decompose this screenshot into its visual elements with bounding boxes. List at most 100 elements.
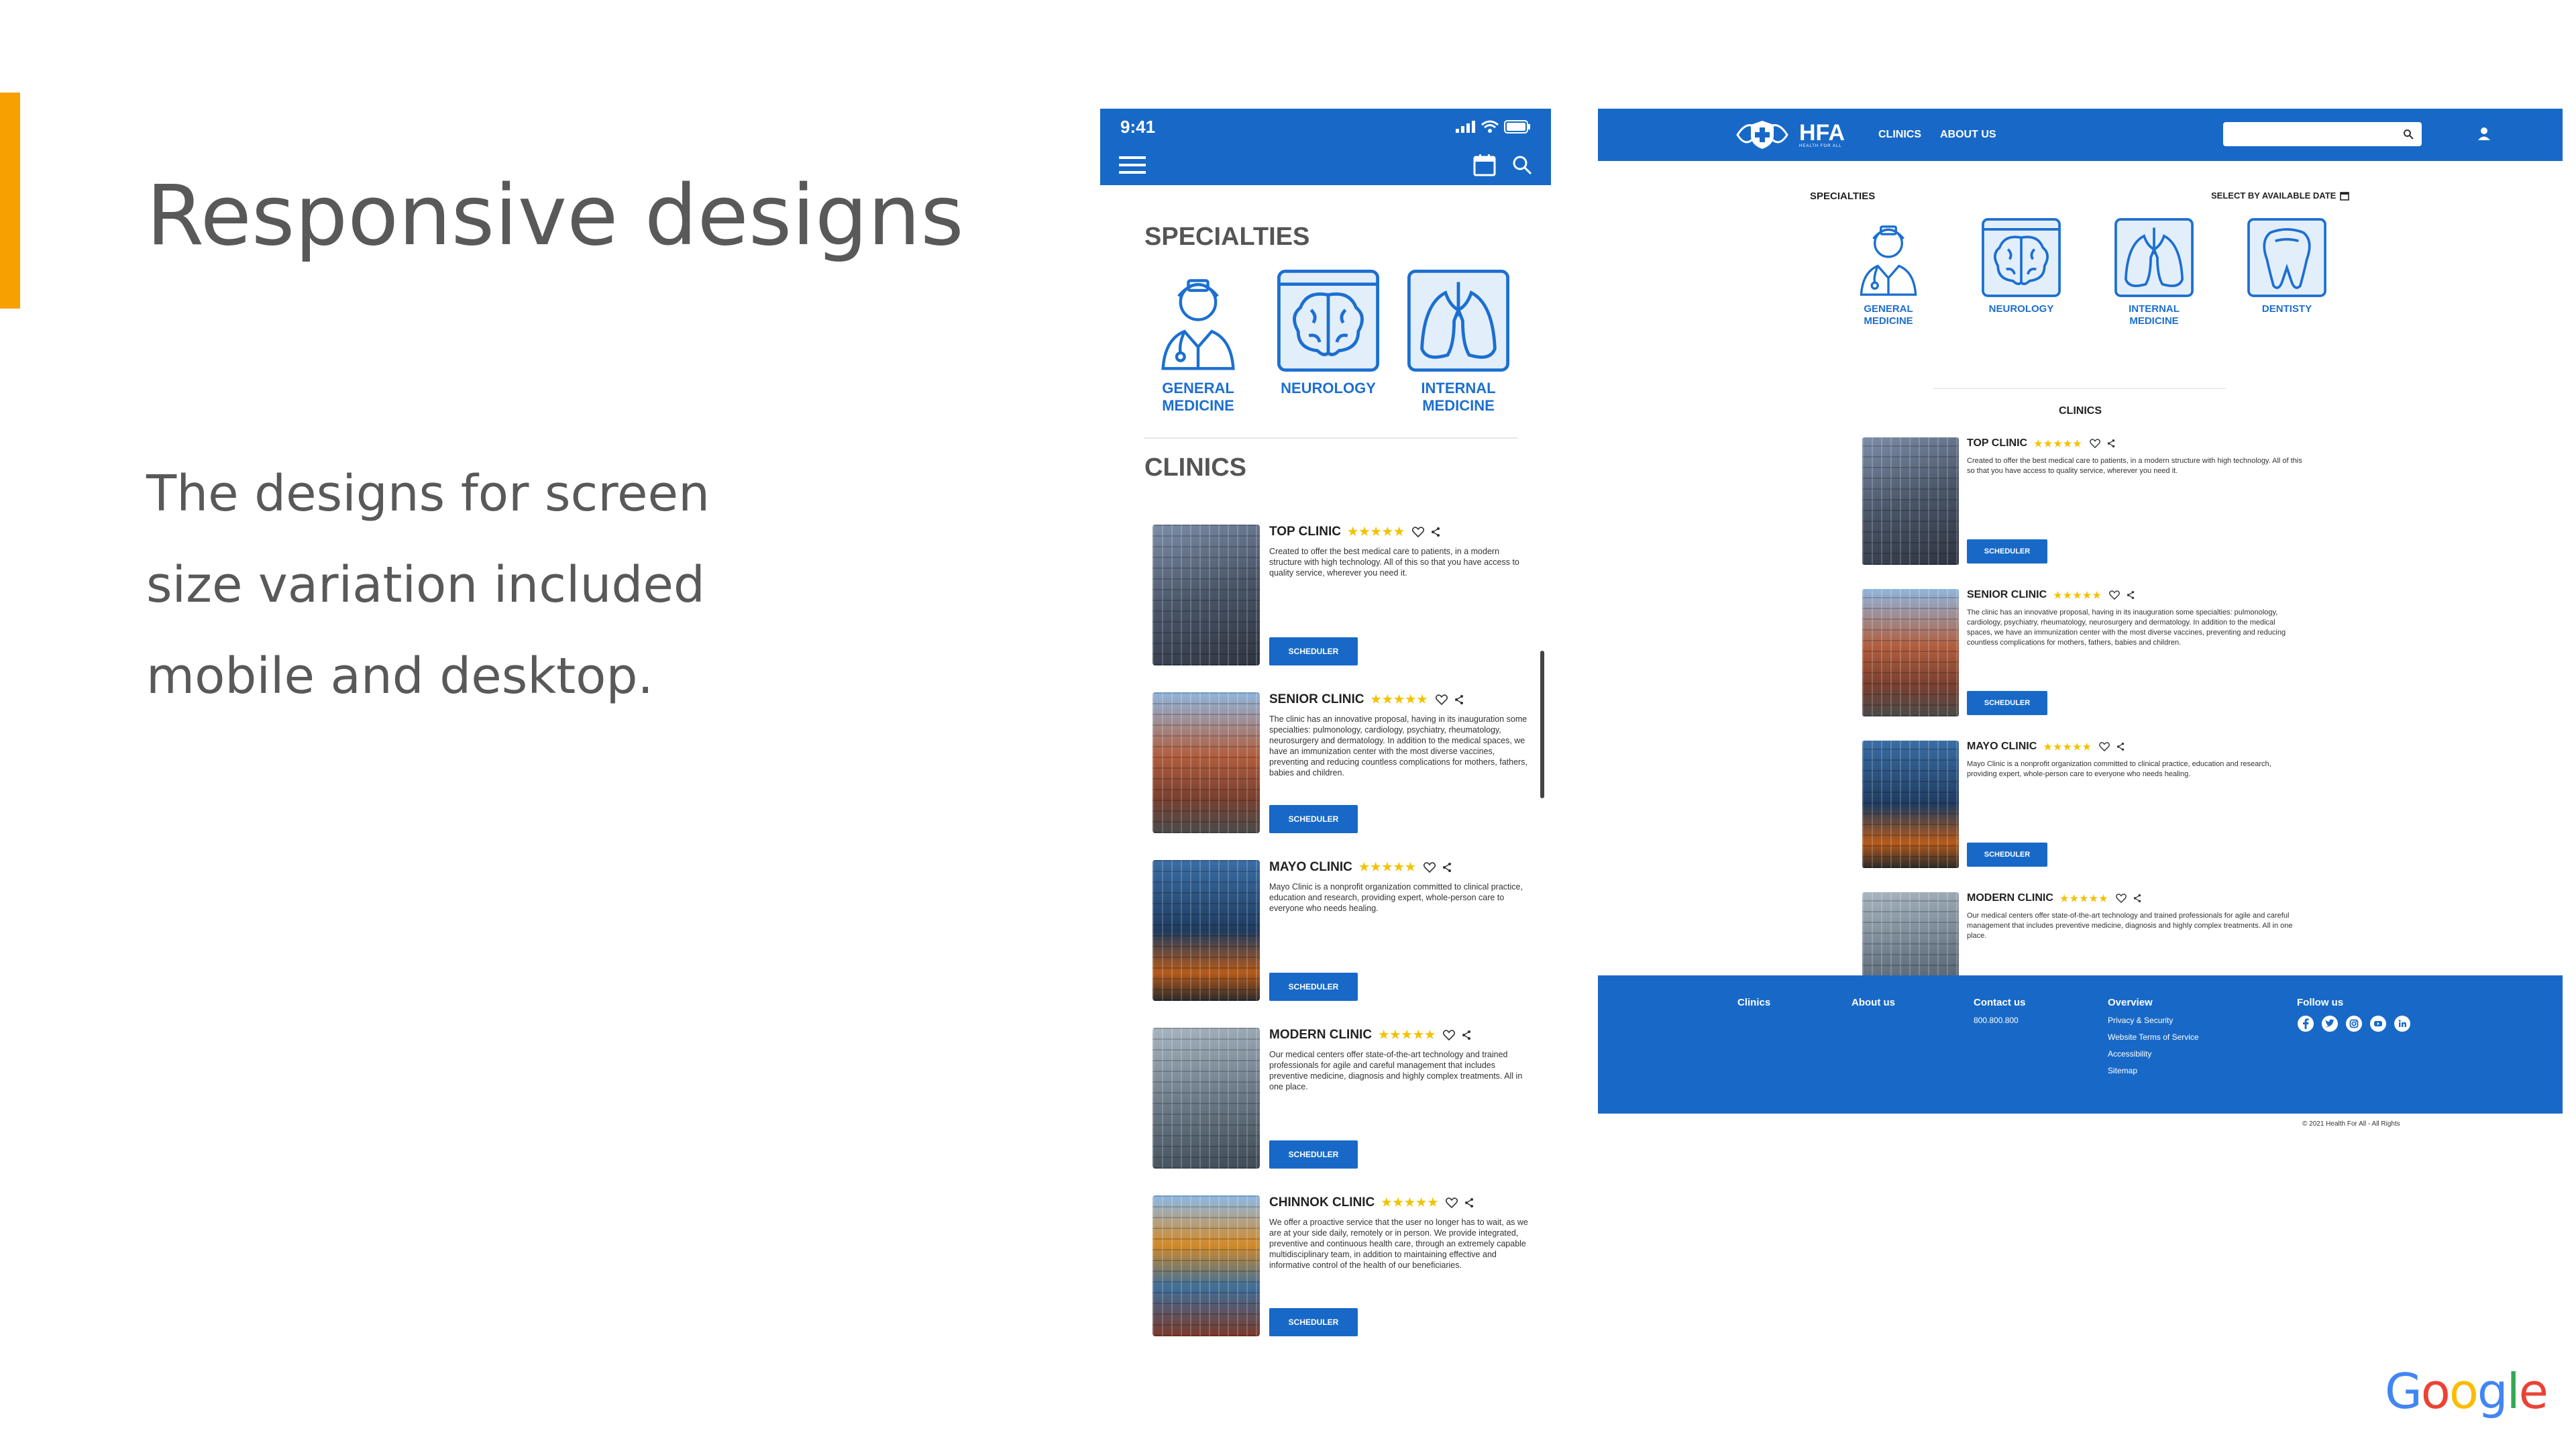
nav-about-us[interactable]: ABOUT US <box>1940 129 1996 141</box>
clinic-header: TOP CLINIC ★★★★★ <box>1269 525 1528 539</box>
rating-stars: ★★★★★ <box>2034 437 2083 449</box>
search-input[interactable] <box>2223 122 2422 146</box>
linkedin-icon[interactable] <box>2394 1015 2411 1032</box>
specialty-neurology[interactable]: NEUROLOGY <box>1275 267 1382 423</box>
heart-icon[interactable] <box>1435 694 1448 705</box>
twitter-icon[interactable] <box>2321 1015 2339 1032</box>
heart-icon[interactable] <box>2115 894 2127 903</box>
clinic-name: TOP CLINIC <box>1269 525 1341 539</box>
footer-link-sitemap[interactable]: Sitemap <box>2108 1067 2199 1075</box>
footer-link-about-us[interactable]: About us <box>1851 997 1895 1008</box>
specialty-label: INTERNAL MEDICINE <box>1421 380 1496 415</box>
share-icon[interactable] <box>1431 527 1440 537</box>
doctor-icon <box>1860 225 1917 296</box>
instagram-icon[interactable] <box>2345 1015 2363 1032</box>
heart-icon[interactable] <box>2099 742 2110 751</box>
hamburger-menu-icon[interactable] <box>1119 155 1146 175</box>
date-filter[interactable]: SELECT BY AVAILABLE DATE <box>2211 191 2350 201</box>
scheduler-button[interactable]: SCHEDULER <box>1269 973 1358 1001</box>
clinic-name: MODERN CLINIC <box>1269 1028 1373 1042</box>
footer-col-follow: Follow us <box>2297 997 2411 1032</box>
footer-link-privacy[interactable]: Privacy & Security <box>2108 1016 2199 1025</box>
facebook-icon[interactable] <box>2297 1015 2314 1032</box>
footer-col-about: About us <box>1851 997 1895 1008</box>
specialty-internal-medicine[interactable]: INTERNAL MEDICINE <box>2112 216 2196 327</box>
mobile-clinics-title: CLINICS <box>1144 453 1246 482</box>
search-icon[interactable] <box>1512 155 1532 175</box>
scheduler-button[interactable]: SCHEDULER <box>1269 805 1358 833</box>
desktop-footer: Clinics About us Contact us 800.800.800 … <box>1598 975 2563 1114</box>
slide-body: The designs for screen size variation in… <box>146 465 710 705</box>
clinic-info: CHINNOK CLINIC ★★★★★ We offer a proactiv… <box>1269 1195 1528 1350</box>
copyright-text: © 2021 Health For All - All Rights <box>2302 1120 2400 1128</box>
rating-stars: ★★★★★ <box>1358 861 1417 873</box>
clinic-card-top-clinic: TOP CLINIC ★★★★★ Created to offer the be… <box>1152 525 1528 692</box>
specialty-general-medicine[interactable]: GENERAL MEDICINE <box>1144 267 1252 423</box>
slide-title: Responsive designs <box>146 168 964 264</box>
footer-contact-phone[interactable]: 800.800.800 <box>1974 1016 2026 1025</box>
share-icon[interactable] <box>1462 1030 1471 1040</box>
hfa-logo[interactable]: HFA HEALTH FOR ALL <box>1732 118 1845 152</box>
mobile-status-bar: 9:41 <box>1100 109 1551 145</box>
share-icon[interactable] <box>1442 862 1452 873</box>
clinic-photo <box>1152 692 1260 833</box>
share-icon[interactable] <box>2127 590 2135 600</box>
search-icon[interactable] <box>2403 129 2414 140</box>
share-icon[interactable] <box>2116 742 2125 751</box>
clinic-description: Mayo Clinic is a nonprofit organization … <box>1269 882 1523 913</box>
scheduler-button[interactable]: SCHEDULER <box>1967 843 2047 867</box>
scheduler-button[interactable]: SCHEDULER <box>1967 691 2047 715</box>
mobile-mockup: 9:41 SPECIALTIES GENERAL MEDICINE NEUROL… <box>1100 109 1551 1350</box>
signal-icon <box>1456 121 1475 133</box>
heart-icon[interactable] <box>2108 590 2120 600</box>
specialty-internal-medicine[interactable]: INTERNAL MEDICINE <box>1405 267 1512 423</box>
share-icon[interactable] <box>2107 439 2115 448</box>
footer-link-accessibility[interactable]: Accessibility <box>2108 1050 2199 1059</box>
clinic-photo <box>1152 860 1260 1001</box>
share-icon[interactable] <box>1464 1197 1474 1208</box>
clinic-description: Created to offer the best medical care t… <box>1967 457 2302 475</box>
user-icon[interactable] <box>2477 126 2491 141</box>
footer-col-contact: Contact us 800.800.800 <box>1974 997 2026 1025</box>
clinic-header: MODERN CLINIC ★★★★★ <box>1269 1028 1528 1042</box>
mobile-nav-bar <box>1100 145 1551 185</box>
footer-contact-title: Contact us <box>1974 997 2026 1008</box>
share-icon[interactable] <box>1454 694 1464 705</box>
desktop-header: HFA HEALTH FOR ALL CLINICS ABOUT US <box>1598 109 2563 161</box>
heart-icon[interactable] <box>1446 1197 1458 1208</box>
clinic-photo <box>1862 741 1959 868</box>
specialty-general-medicine[interactable]: GENERAL MEDICINE <box>1846 216 1931 327</box>
footer-col-overview: Overview Privacy & Security Website Term… <box>2108 997 2199 1075</box>
rating-stars: ★★★★★ <box>1379 1028 1437 1041</box>
scheduler-button[interactable]: SCHEDULER <box>1269 637 1358 665</box>
doctor-icon <box>1161 279 1235 370</box>
nav-clinics[interactable]: CLINICS <box>1878 129 1921 141</box>
brain-icon <box>1277 270 1379 372</box>
clinic-name: MAYO CLINIC <box>1269 860 1352 874</box>
rating-stars: ★★★★★ <box>2059 892 2109 904</box>
tooth-icon <box>2247 218 2326 297</box>
mobile-clinic-list: TOP CLINIC ★★★★★ Created to offer the be… <box>1152 525 1528 1350</box>
clinic-header: SENIOR CLINIC ★★★★★ <box>1269 692 1528 707</box>
footer-link-clinics[interactable]: Clinics <box>1737 997 1770 1008</box>
heart-icon[interactable] <box>2089 439 2100 448</box>
specialty-neurology[interactable]: NEUROLOGY <box>1979 216 2063 327</box>
calendar-icon[interactable] <box>1473 154 1496 176</box>
youtube-icon[interactable] <box>2369 1015 2387 1032</box>
heart-icon[interactable] <box>1412 527 1425 537</box>
clinic-description: We offer a proactive service that the us… <box>1269 1218 1528 1270</box>
specialty-dentistry[interactable]: DENTISTY <box>2245 216 2329 327</box>
heart-icon[interactable] <box>1443 1030 1456 1040</box>
scheduler-button[interactable]: SCHEDULER <box>1269 1140 1358 1169</box>
scheduler-button[interactable]: SCHEDULER <box>1269 1308 1358 1336</box>
clinic-card-mayo-clinic: MAYO CLINIC ★★★★★ Mayo Clinic is a nonpr… <box>1862 741 2305 892</box>
clinic-card-modern-clinic: MODERN CLINIC ★★★★★ Our medical centers … <box>1152 1028 1528 1195</box>
specialty-label: NEUROLOGY <box>1988 303 2054 315</box>
scheduler-button[interactable]: SCHEDULER <box>1967 539 2047 564</box>
clinic-info: MAYO CLINIC ★★★★★ Mayo Clinic is a nonpr… <box>1967 741 2305 892</box>
share-icon[interactable] <box>2133 894 2141 903</box>
clinic-name: SENIOR CLINIC <box>1269 692 1364 706</box>
scrollbar[interactable] <box>1540 651 1544 798</box>
heart-icon[interactable] <box>1424 862 1436 873</box>
footer-link-terms[interactable]: Website Terms of Service <box>2108 1033 2199 1042</box>
